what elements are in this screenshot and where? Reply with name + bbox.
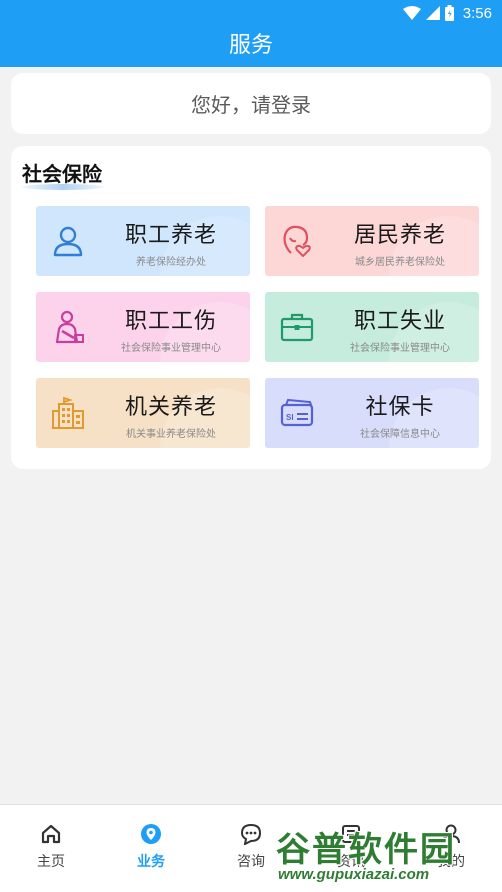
wifi-icon — [402, 6, 421, 20]
tile-subtitle: 机关事业养老保险处 — [126, 429, 216, 440]
heart-person-icon — [283, 225, 311, 257]
nav-item-home[interactable]: 主页 — [1, 823, 101, 871]
tile-resident-pension[interactable]: 居民养老 城乡居民养老保险处 — [265, 206, 479, 276]
tile-subtitle: 养老保险经办处 — [136, 257, 206, 268]
section-title: 社会保险 — [22, 162, 102, 186]
svg-text:SI: SI — [286, 413, 294, 422]
tile-title: 机关养老 — [124, 395, 217, 420]
battery-icon — [444, 5, 454, 21]
tile-title: 职工失业 — [353, 309, 446, 334]
section-title-underline — [22, 184, 104, 190]
clock: 3:56 — [462, 4, 492, 22]
page-title: 服务 — [228, 33, 273, 58]
tile-social-security-card[interactable]: SI 社保卡 社会保障信息中心 — [265, 378, 479, 448]
tile-government-pension[interactable]: 机关养老 机关事业养老保险处 — [36, 378, 250, 448]
tile-subtitle: 社会保险事业管理中心 — [350, 343, 450, 354]
watermark-url: www.gupuxiazai.com — [278, 866, 430, 883]
status-bar: 3:56 — [402, 3, 492, 23]
signal-icon — [425, 6, 440, 20]
tile-employee-pension[interactable]: 职工养老 养老保险经办处 — [36, 206, 250, 276]
nav-label: 主页 — [37, 854, 65, 870]
nav-label: 业务 — [137, 854, 165, 870]
chat-icon — [240, 823, 262, 845]
home-icon — [41, 824, 61, 844]
tile-title: 社保卡 — [365, 395, 435, 420]
person-icon — [53, 226, 83, 257]
tile-title: 职工养老 — [124, 223, 217, 248]
card-icon: SI — [280, 398, 314, 427]
tile-work-injury[interactable]: 职工工伤 社会保险事业管理中心 — [36, 292, 250, 362]
login-card[interactable]: 您好，请登录 — [11, 73, 491, 134]
watermark: 谷普软件园 www.gupuxiazai.com — [276, 822, 498, 890]
building-icon — [52, 396, 84, 429]
tile-subtitle: 社会保障信息中心 — [360, 429, 440, 440]
injured-worker-icon — [55, 310, 84, 344]
nav-item-business[interactable]: 业务 — [101, 823, 201, 871]
login-prompt[interactable]: 您好，请登录 — [191, 89, 311, 118]
location-icon — [141, 824, 161, 844]
tile-title: 职工工伤 — [124, 309, 217, 334]
tile-subtitle: 城乡居民养老保险处 — [355, 257, 445, 268]
tile-subtitle: 社会保险事业管理中心 — [121, 343, 221, 354]
tile-title: 居民养老 — [353, 223, 446, 248]
app-header: 3:56 服务 — [0, 0, 502, 67]
briefcase-icon — [280, 313, 314, 342]
social-insurance-section: 社会保险 职工养老 养老保险经办处 居民养老 城乡居民养老保险处 职工工伤 社会… — [11, 146, 491, 469]
tile-unemployment[interactable]: 职工失业 社会保险事业管理中心 — [265, 292, 479, 362]
watermark-text: 谷普软件园 — [276, 830, 456, 870]
